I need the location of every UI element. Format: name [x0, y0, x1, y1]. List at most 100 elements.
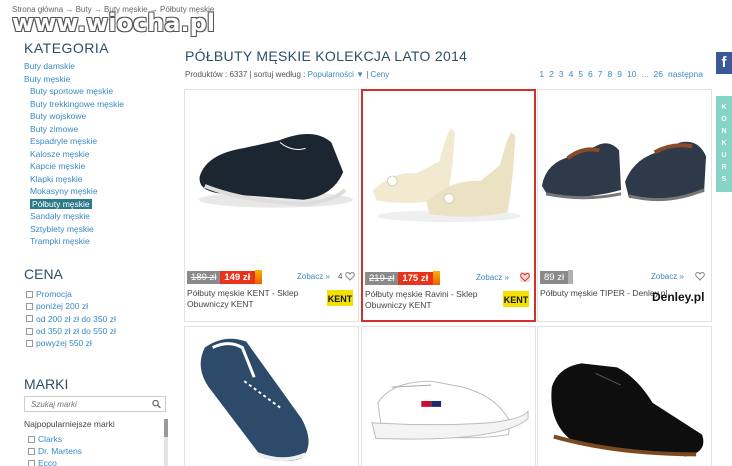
view-link[interactable]: Zobacz »	[297, 272, 330, 281]
category-buty-sportowe[interactable]: Buty sportowe męskie	[24, 85, 174, 98]
favorite-count: 4	[338, 272, 343, 281]
product-image[interactable]	[362, 327, 535, 466]
brand-list: Clarks Dr. Martens Ecco	[28, 433, 82, 466]
konkurs-letter: K	[721, 140, 727, 147]
product-image[interactable]	[538, 327, 711, 466]
sale-price: 175 zł	[398, 271, 434, 285]
product-card[interactable]: 189 zł 149 zł Zobacz » 4 Półbuty męskie …	[184, 89, 359, 322]
product-name[interactable]: Półbuty męskie KENT - Sklep Obuwniczy KE…	[187, 288, 315, 309]
category-klapki[interactable]: Klapki męskie	[24, 173, 174, 186]
checkbox[interactable]	[28, 459, 35, 466]
listing-meta: Produktów : 6337 | sortuj według : Popul…	[185, 70, 390, 79]
category-kalosze[interactable]: Kalosze męskie	[24, 148, 174, 161]
popular-brands-label: Najpopularniejsze marki	[24, 419, 115, 429]
old-price: 189 zł	[187, 270, 221, 284]
checkbox[interactable]	[28, 447, 35, 455]
checkbox[interactable]	[26, 315, 33, 323]
kent-logo: KENT	[327, 290, 353, 306]
page-link[interactable]: 5	[578, 69, 583, 79]
page-link[interactable]: 26	[654, 69, 663, 79]
product-count: Produktów : 6337	[185, 70, 248, 79]
sort-price-link[interactable]: Ceny	[371, 70, 390, 79]
category-polbuty-active[interactable]: Półbuty męskie	[24, 198, 174, 211]
brand-list-scrollbar[interactable]	[164, 419, 168, 466]
sort-popularity-link[interactable]: Popularności ▼	[308, 70, 364, 79]
category-mokasyny[interactable]: Mokasyny męskie	[24, 185, 174, 198]
brand-dr-martens[interactable]: Dr. Martens	[28, 445, 82, 457]
page-link[interactable]: 10	[627, 69, 636, 79]
price-filter-200-350[interactable]: od 200 zł zł do 350 zł	[26, 313, 116, 325]
brand-ecco[interactable]: Ecco	[28, 457, 82, 466]
konkurs-letter: S	[721, 176, 727, 183]
category-buty-trekkingowe[interactable]: Buty trekkingowe męskie	[24, 98, 174, 111]
view-link[interactable]: Zobacz »	[651, 272, 684, 281]
category-espadryle[interactable]: Espadryle męskie	[24, 135, 174, 148]
price-tag-tail	[568, 270, 574, 284]
product-card[interactable]	[537, 326, 712, 466]
price-tag: 219 zł 175 zł	[365, 271, 441, 285]
page-link[interactable]: 7	[598, 69, 603, 79]
page-link[interactable]: 3	[559, 69, 564, 79]
category-list: Buty damskie Buty męskie Buty sportowe m…	[24, 60, 174, 248]
cena-heading: CENA	[24, 266, 63, 282]
konkurs-letter: R	[721, 164, 727, 171]
category-kapcie[interactable]: Kapcie męskie	[24, 160, 174, 173]
price-filter-list: Promocja poniżej 200 zł od 200 zł zł do …	[26, 288, 116, 349]
checkbox[interactable]	[26, 327, 33, 335]
price-filter-350-550[interactable]: od 350 zł zł do 550 zł	[26, 325, 116, 337]
price-tag: 89 zł	[540, 270, 574, 284]
category-sandaly[interactable]: Sandały męskie	[24, 210, 174, 223]
page-link[interactable]: 6	[588, 69, 593, 79]
category-buty-wojskowe[interactable]: Buty wojskowe	[24, 110, 174, 123]
category-buty-zimowe[interactable]: Buty zimowe	[24, 123, 174, 136]
search-icon[interactable]	[152, 399, 161, 409]
price-filter-above-550[interactable]: powyżej 550 zł	[26, 337, 116, 349]
product-image[interactable]	[538, 90, 711, 266]
price-filter-below-200[interactable]: poniżej 200 zł	[26, 300, 116, 312]
page-link[interactable]: 4	[569, 69, 574, 79]
checkbox[interactable]	[26, 302, 33, 310]
product-image[interactable]	[363, 91, 534, 267]
checkbox[interactable]	[26, 339, 33, 347]
heart-icon[interactable]	[520, 272, 530, 282]
product-card-selected[interactable]: 219 zł 175 zł Zobacz » Półbuty męskie Ra…	[361, 89, 536, 322]
facebook-tab[interactable]: f	[716, 52, 732, 74]
category-buty-meskie[interactable]: Buty męskie	[24, 73, 174, 86]
heart-icon[interactable]	[345, 271, 355, 281]
product-name[interactable]: Półbuty męskie TIPER - Denley.pl	[540, 288, 668, 299]
brand-clarks[interactable]: Clarks	[28, 433, 82, 445]
product-name[interactable]: Półbuty męskie Ravini - Sklep Obuwniczy …	[365, 289, 493, 310]
sidebar: KATEGORIA Buty damskie Buty męskie Buty …	[24, 40, 174, 248]
price-filter-promocja[interactable]: Promocja	[26, 288, 116, 300]
konkurs-tab[interactable]: K O N K U R S	[716, 96, 732, 192]
product-image[interactable]	[185, 327, 358, 466]
category-sztyblety[interactable]: Sztyblety męskie	[24, 223, 174, 236]
checkbox[interactable]	[28, 435, 35, 443]
page-link[interactable]: 2	[549, 69, 554, 79]
product-image[interactable]	[185, 90, 358, 266]
page-link[interactable]: 9	[617, 69, 622, 79]
page-title: PÓŁBUTY MĘSKIE KOLEKCJA LATO 2014	[185, 48, 468, 64]
sale-price: 149 zł	[220, 270, 256, 284]
old-price: 219 zł	[365, 271, 399, 285]
product-card[interactable]	[361, 326, 536, 466]
svg-text:KENT: KENT	[504, 295, 529, 305]
checkbox[interactable]	[26, 290, 33, 298]
view-link[interactable]: Zobacz »	[476, 273, 509, 282]
heart-icon[interactable]	[695, 271, 705, 281]
category-buty-damskie[interactable]: Buty damskie	[24, 60, 174, 73]
scrollbar-thumb[interactable]	[164, 419, 168, 437]
next-page-link[interactable]: następna	[668, 69, 703, 79]
category-trampki[interactable]: Trampki męskie	[24, 235, 174, 248]
page-link[interactable]: 1	[539, 69, 544, 79]
page-link[interactable]: 8	[608, 69, 613, 79]
brand-search-input[interactable]	[24, 396, 166, 412]
svg-text:KENT: KENT	[328, 294, 353, 304]
product-card[interactable]	[184, 326, 359, 466]
kategoria-heading: KATEGORIA	[24, 40, 110, 56]
sort-label: sortuj według :	[253, 70, 306, 79]
watermark-text: www.wiocha.pl	[12, 9, 216, 37]
flame-icon	[255, 270, 263, 284]
product-card[interactable]: 89 zł Zobacz » Półbuty męskie TIPER - De…	[537, 89, 712, 322]
marki-heading: MARKI	[24, 376, 69, 392]
